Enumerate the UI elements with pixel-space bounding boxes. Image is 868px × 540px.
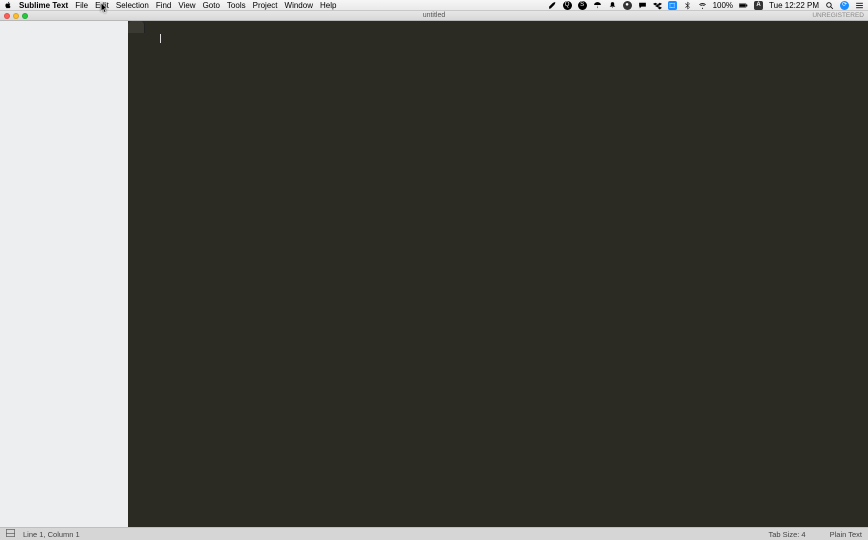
workspace — [0, 21, 868, 527]
circle-icon-1[interactable]: ● — [623, 1, 632, 10]
bluetooth-icon[interactable] — [683, 1, 692, 10]
menu-selection[interactable]: Selection — [116, 1, 149, 10]
sidebar[interactable] — [0, 21, 128, 527]
menu-project[interactable]: Project — [253, 1, 278, 10]
chat-icon[interactable] — [638, 1, 647, 10]
notification-center-icon[interactable] — [855, 1, 864, 10]
menubar-clock[interactable]: Tue 12:22 PM — [769, 1, 819, 10]
menu-file[interactable]: File — [75, 1, 88, 10]
text-cursor — [160, 34, 161, 43]
apple-logo-icon[interactable] — [4, 1, 12, 9]
window-minimize-button[interactable] — [13, 13, 19, 19]
wifi-icon[interactable] — [698, 1, 707, 10]
bell-icon[interactable] — [608, 1, 617, 10]
menu-window[interactable]: Window — [285, 1, 313, 10]
menu-find[interactable]: Find — [156, 1, 172, 10]
menu-help[interactable]: Help — [320, 1, 336, 10]
window-titlebar: untitled UNREGISTERED — [0, 11, 868, 21]
unregistered-label: UNREGISTERED — [812, 12, 868, 19]
menu-view[interactable]: View — [178, 1, 195, 10]
rocket-icon[interactable] — [548, 1, 557, 10]
menu-goto[interactable]: Goto — [203, 1, 220, 10]
menu-edit[interactable]: Edit — [95, 1, 109, 10]
battery-icon[interactable] — [739, 1, 748, 10]
spotlight-search-icon[interactable] — [825, 1, 834, 10]
editor-area — [128, 21, 868, 527]
tab-untitled[interactable] — [128, 21, 145, 33]
battery-percent[interactable]: 100% — [713, 1, 733, 10]
circle-q-icon[interactable]: Q — [563, 1, 572, 10]
umbrella-icon[interactable] — [593, 1, 602, 10]
cursor-position[interactable]: Line 1, Column 1 — [23, 530, 80, 539]
window-maximize-button[interactable] — [22, 13, 28, 19]
input-a-icon[interactable]: A — [754, 1, 763, 10]
skype-icon[interactable]: S — [578, 1, 587, 10]
window-close-button[interactable] — [4, 13, 10, 19]
app-name[interactable]: Sublime Text — [19, 1, 68, 10]
status-bar: Line 1, Column 1 Tab Size: 4 Plain Text — [0, 527, 868, 540]
tab-size[interactable]: Tab Size: 4 — [769, 530, 806, 539]
blue-circle-icon[interactable]: ⟳ — [840, 1, 849, 10]
syntax-mode[interactable]: Plain Text — [830, 530, 862, 539]
macos-menubar: Sublime Text File Edit Selection Find Vi… — [0, 0, 868, 11]
tab-bar — [128, 21, 145, 33]
window-title: untitled — [0, 12, 868, 19]
line-number-gutter — [128, 33, 158, 527]
dropbox-icon[interactable] — [653, 1, 662, 10]
panel-switcher-icon[interactable] — [6, 529, 15, 539]
square-blue-icon[interactable]: ⬚ — [668, 1, 677, 10]
text-editor[interactable] — [158, 33, 868, 527]
menu-tools[interactable]: Tools — [227, 1, 246, 10]
